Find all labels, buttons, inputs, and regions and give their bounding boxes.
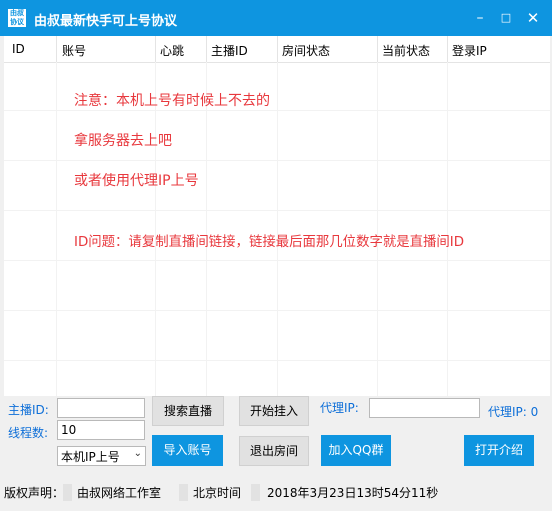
time-label: 北京时间 [193, 486, 242, 500]
grid-line [206, 62, 207, 396]
search-live-button[interactable]: 搜索直播 [152, 396, 224, 426]
grid-line [4, 310, 550, 311]
current-datetime: 2018年3月23日13时54分11秒 [267, 486, 439, 500]
grid-line [4, 160, 550, 161]
notice-line: 注意：本机上号有时候上不去的 [74, 93, 270, 109]
grid-line [155, 62, 156, 396]
grid-line [447, 62, 448, 396]
copyright-label: 版权声明： [4, 486, 65, 500]
grid-line [377, 62, 378, 396]
studio-name: 由叔网络工作室 [77, 486, 162, 500]
notice-line: 或者使用代理IP上号 [74, 173, 199, 189]
login-mode-value: 本机IP上号 [61, 450, 120, 464]
grid-line [4, 210, 550, 211]
anchor-id-label: 主播ID: [8, 403, 49, 417]
grid-line [4, 260, 550, 261]
grid-line [4, 110, 550, 111]
proxy-ip-label: 代理IP: [320, 401, 359, 415]
column-header-room-status[interactable]: 房间状态 [282, 42, 330, 59]
column-divider [277, 36, 278, 62]
status-divider [63, 484, 72, 501]
proxy-ip-count: 代理IP: 0 [488, 405, 539, 419]
status-divider [251, 484, 260, 501]
column-header-heartbeat[interactable]: 心跳 [160, 42, 184, 59]
login-mode-select[interactable]: 本机IP上号 ⌄ [57, 446, 146, 466]
column-header-id[interactable]: ID [12, 42, 25, 56]
title-bar: 由叔 协议 由叔最新快手可上号协议 – □ ✕ [0, 0, 552, 36]
grid-line [56, 62, 57, 396]
column-divider [377, 36, 378, 62]
column-header-current-status[interactable]: 当前状态 [382, 42, 430, 59]
maximize-icon[interactable]: □ [494, 6, 518, 30]
status-divider [179, 484, 188, 501]
open-intro-button[interactable]: 打开介绍 [464, 435, 534, 466]
column-divider [447, 36, 448, 62]
column-divider [206, 36, 207, 62]
column-header-login-ip[interactable]: 登录IP [452, 42, 487, 59]
column-divider [155, 36, 156, 62]
start-join-button[interactable]: 开始挂入 [239, 396, 309, 426]
notice-line: ID问题：请复制直播间链接，链接最后面那几位数字就是直播间ID [74, 235, 465, 250]
close-icon[interactable]: ✕ [521, 6, 545, 30]
anchor-id-input[interactable] [57, 398, 145, 418]
thread-count-input[interactable]: 10 [57, 420, 145, 440]
column-divider [56, 36, 57, 62]
proxy-ip-input[interactable] [369, 398, 480, 418]
list-header: ID 账号 心跳 主播ID 房间状态 当前状态 登录IP [4, 36, 550, 63]
account-list[interactable]: ID 账号 心跳 主播ID 房间状态 当前状态 登录IP 注意：本机上号有时候上… [4, 36, 550, 396]
notice-line: 拿服务器去上吧 [74, 133, 172, 149]
thread-count-label: 线程数: [8, 426, 49, 440]
grid-line [4, 360, 550, 361]
join-qq-group-button[interactable]: 加入QQ群 [321, 435, 391, 466]
minimize-icon[interactable]: – [468, 6, 492, 30]
window-title: 由叔最新快手可上号协议 [34, 14, 178, 29]
import-accounts-button[interactable]: 导入账号 [152, 435, 223, 466]
app-logo-icon: 由叔 协议 [8, 9, 26, 27]
chevron-down-icon: ⌄ [133, 448, 142, 459]
column-header-anchor-id[interactable]: 主播ID [211, 42, 248, 59]
column-header-account[interactable]: 账号 [62, 42, 86, 59]
exit-room-button[interactable]: 退出房间 [239, 436, 309, 466]
grid-line [277, 62, 278, 396]
